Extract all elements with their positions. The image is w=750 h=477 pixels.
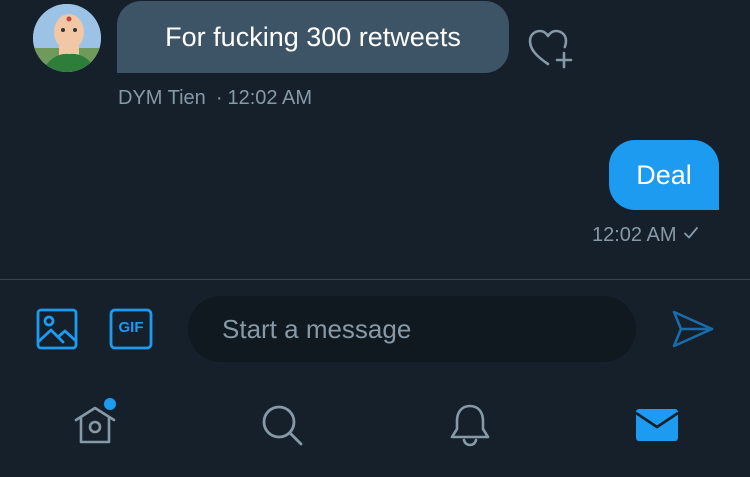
- checkmark-icon: [683, 224, 699, 247]
- received-message-bubble[interactable]: For fucking 300 retweets: [117, 1, 509, 73]
- tab-search[interactable]: [259, 404, 305, 450]
- image-icon[interactable]: [36, 308, 78, 350]
- gif-label: GIF: [118, 319, 144, 336]
- heart-plus-icon[interactable]: [526, 26, 574, 70]
- bell-icon: [447, 402, 493, 453]
- received-time: 12:02 AM: [227, 87, 312, 109]
- received-message-text: For fucking 300 retweets: [165, 21, 461, 52]
- sent-message-bubble[interactable]: Deal: [609, 140, 719, 210]
- sender-name: DYM Tien: [118, 87, 206, 109]
- sent-message-text: Deal: [636, 159, 692, 190]
- envelope-icon: [634, 405, 680, 450]
- meta-separator: ·: [215, 87, 223, 109]
- tab-messages[interactable]: [634, 404, 680, 450]
- received-message-meta: DYM Tien · 12:02 AM: [118, 87, 312, 110]
- divider: [0, 279, 750, 280]
- send-icon[interactable]: [671, 307, 715, 351]
- tab-home[interactable]: [72, 404, 118, 450]
- gif-button[interactable]: GIF: [109, 308, 153, 350]
- message-input[interactable]: [188, 296, 636, 362]
- sent-message-meta: 12:02 AM: [592, 224, 699, 247]
- search-icon: [259, 402, 305, 453]
- avatar[interactable]: [33, 4, 101, 72]
- home-notification-badge: [104, 398, 116, 410]
- sent-time: 12:02 AM: [592, 224, 677, 246]
- tab-notifications[interactable]: [447, 404, 493, 450]
